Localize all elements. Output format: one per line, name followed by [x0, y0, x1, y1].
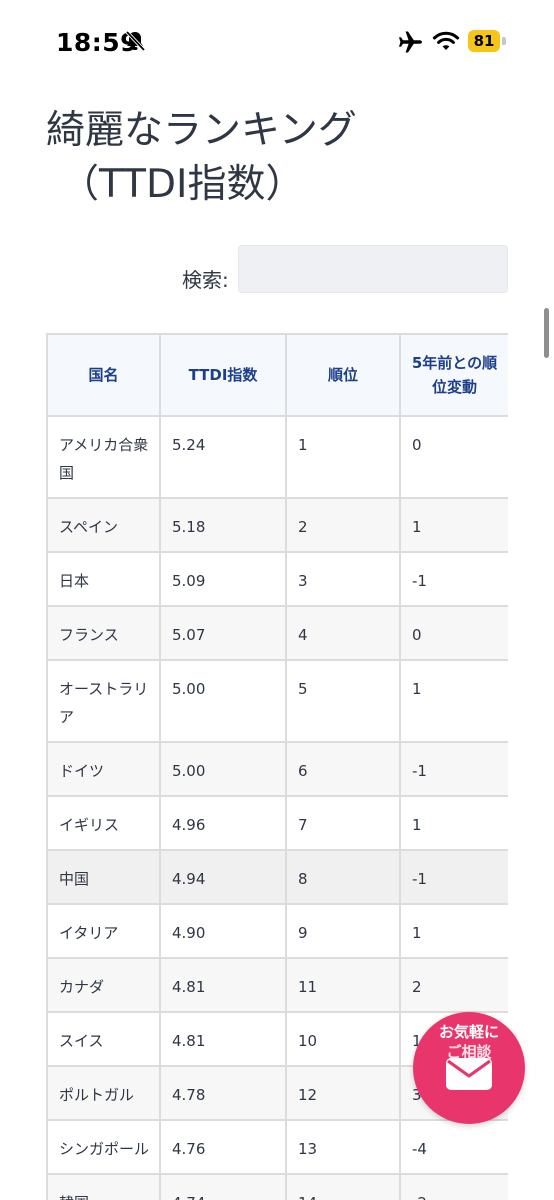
cell-ttdi: 4.76 — [159, 1119, 287, 1175]
cell-ttdi: 4.78 — [159, 1065, 287, 1121]
cell-rank-change: 0 — [399, 415, 508, 499]
cell-rank-change: -4 — [399, 1119, 508, 1175]
cell-ttdi: 4.90 — [159, 903, 287, 959]
mail-icon — [446, 1058, 492, 1090]
airplane-icon — [399, 31, 422, 53]
cell-rank-change: -2 — [399, 1173, 508, 1200]
contact-button[interactable]: お気軽に ご相談 — [413, 1012, 525, 1124]
table-row: アメリカ合衆国 5.24 1 0 — [46, 415, 508, 499]
table-row: イギリス 4.96 7 1 — [46, 795, 508, 851]
table-row: 日本 5.09 3 -1 — [46, 551, 508, 607]
cell-rank: 10 — [285, 1011, 401, 1067]
cell-rank-change: 1 — [399, 795, 508, 851]
cell-country: ポルトガル — [46, 1065, 161, 1121]
cell-rank: 11 — [285, 957, 401, 1013]
cell-rank: 12 — [285, 1065, 401, 1121]
cell-rank-change: -1 — [399, 849, 508, 905]
column-header-ttdi[interactable]: TTDI指数 — [159, 333, 287, 417]
table-row: オーストラリア 5.00 5 1 — [46, 659, 508, 743]
cell-rank: 5 — [285, 659, 401, 743]
cell-ttdi: 4.81 — [159, 1011, 287, 1067]
cell-ttdi: 4.74 — [159, 1173, 287, 1200]
cell-rank: 4 — [285, 605, 401, 661]
cell-rank: 13 — [285, 1119, 401, 1175]
cell-country: 中国 — [46, 849, 161, 905]
table-row: フランス 5.07 4 0 — [46, 605, 508, 661]
cell-rank-change: 1 — [399, 659, 508, 743]
battery-cap — [502, 37, 506, 45]
cell-country: イタリア — [46, 903, 161, 959]
cell-rank: 2 — [285, 497, 401, 553]
cell-country: シンガポール — [46, 1119, 161, 1175]
cell-country: オーストラリア — [46, 659, 161, 743]
cell-country: フランス — [46, 605, 161, 661]
cell-country: 日本 — [46, 551, 161, 607]
table-row: イタリア 4.90 9 1 — [46, 903, 508, 959]
table-row: シンガポール 4.76 13 -4 — [46, 1119, 508, 1175]
cell-rank-change: -1 — [399, 551, 508, 607]
cell-rank-change: 0 — [399, 605, 508, 661]
search-input[interactable] — [238, 245, 508, 293]
cell-rank: 14 — [285, 1173, 401, 1200]
table-row: カナダ 4.81 11 2 — [46, 957, 508, 1013]
wifi-icon — [432, 31, 460, 50]
page-title: 綺麗なランキング （TTDI指数） — [46, 104, 486, 212]
cell-country: カナダ — [46, 957, 161, 1013]
cell-ttdi: 4.81 — [159, 957, 287, 1013]
cell-rank-change: 1 — [399, 903, 508, 959]
cell-ttdi: 5.24 — [159, 415, 287, 499]
cell-ttdi: 5.07 — [159, 605, 287, 661]
column-header-rank[interactable]: 順位 — [285, 333, 401, 417]
cell-rank: 1 — [285, 415, 401, 499]
cell-rank: 7 — [285, 795, 401, 851]
table-row: ドイツ 5.00 6 -1 — [46, 741, 508, 797]
battery-level: 81 — [468, 30, 500, 52]
cell-ttdi: 5.00 — [159, 741, 287, 797]
search-label: 検索: — [182, 268, 229, 292]
cell-rank: 3 — [285, 551, 401, 607]
column-header-country[interactable]: 国名 — [46, 333, 161, 417]
battery-icon: 81 — [468, 30, 508, 52]
cell-rank-change: 1 — [399, 497, 508, 553]
cell-rank: 6 — [285, 741, 401, 797]
page: 18:59 81 綺麗なランキング （TTDI指数） 検索: 国名 TTDI指数… — [0, 0, 554, 1200]
column-header-rank-change[interactable]: 5年前との順位変動 — [399, 333, 508, 417]
cell-ttdi: 4.94 — [159, 849, 287, 905]
cell-rank: 8 — [285, 849, 401, 905]
cell-country: アメリカ合衆国 — [46, 415, 161, 499]
page-title-line1: 綺麗なランキング — [46, 108, 357, 153]
cell-country: ドイツ — [46, 741, 161, 797]
table-row: 中国 4.94 8 -1 — [46, 849, 508, 905]
table-header-row: 国名 TTDI指数 順位 5年前との順位変動 — [46, 333, 508, 417]
table-row: 韓国 4.74 14 -2 — [46, 1173, 508, 1200]
cell-rank-change: 2 — [399, 957, 508, 1013]
page-title-line2: （TTDI指数） — [60, 162, 305, 207]
cell-ttdi: 5.18 — [159, 497, 287, 553]
cell-country: スペイン — [46, 497, 161, 553]
status-bar: 18:59 81 — [0, 0, 554, 82]
page-scrollbar[interactable] — [544, 308, 549, 358]
cell-country: 韓国 — [46, 1173, 161, 1200]
table-row: スペイン 5.18 2 1 — [46, 497, 508, 553]
cell-rank-change: -1 — [399, 741, 508, 797]
cell-country: スイス — [46, 1011, 161, 1067]
cell-ttdi: 5.00 — [159, 659, 287, 743]
cell-ttdi: 4.96 — [159, 795, 287, 851]
cell-ttdi: 5.09 — [159, 551, 287, 607]
contact-label-line1: お気軽に — [438, 1023, 499, 1041]
bell-slash-icon — [125, 30, 146, 52]
cell-country: イギリス — [46, 795, 161, 851]
cell-rank: 9 — [285, 903, 401, 959]
